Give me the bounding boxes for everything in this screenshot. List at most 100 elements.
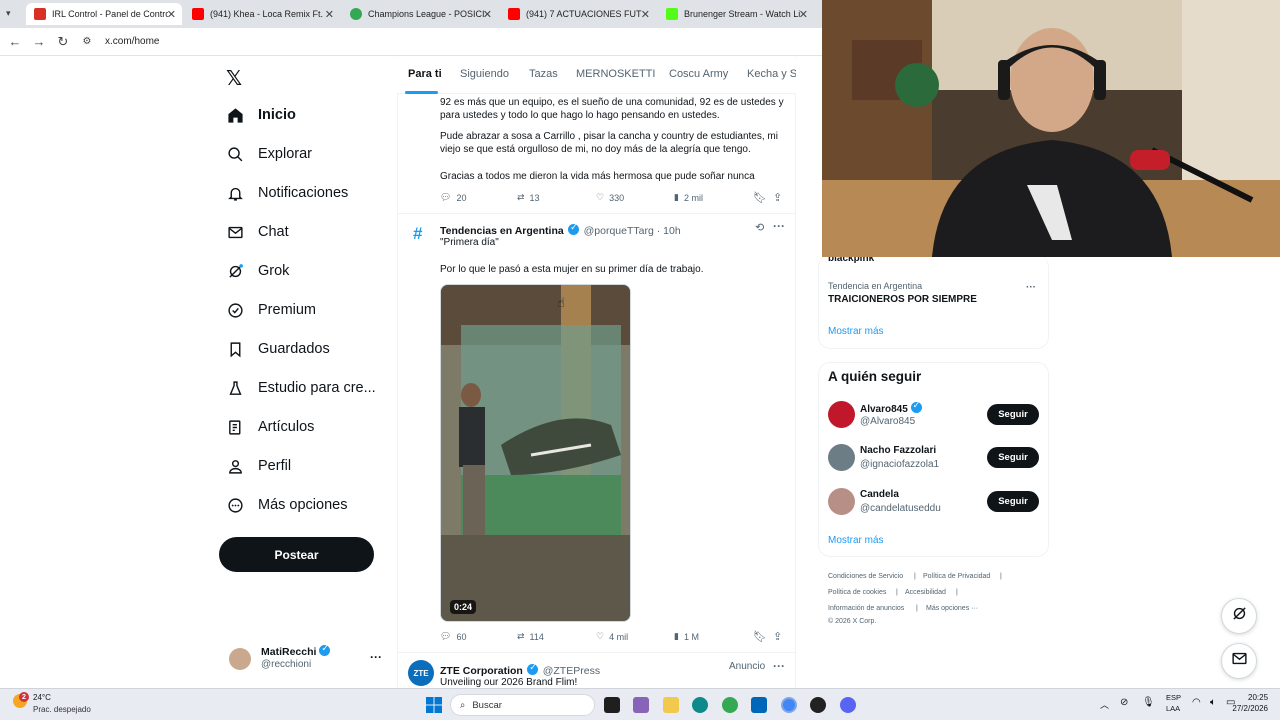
like-button[interactable]: ♡ 4 mil bbox=[596, 631, 628, 642]
views-button[interactable]: ▮ 1 M bbox=[674, 631, 699, 642]
trend-name[interactable]: TRAICIONEROS POR SIEMPRE bbox=[828, 294, 977, 305]
repost-button[interactable]: ⇄ 114 bbox=[517, 631, 544, 642]
close-tab-icon[interactable]: ✕ bbox=[325, 8, 334, 21]
nav-item-estudio[interactable]: Estudio para cre... bbox=[226, 379, 376, 397]
footer-link[interactable]: Política de Privacidad bbox=[923, 573, 990, 580]
avatar[interactable] bbox=[828, 401, 855, 428]
footer-link[interactable]: Más opciones ··· bbox=[926, 605, 978, 612]
verified-icon bbox=[527, 662, 539, 675]
nav-item-perfil[interactable]: Perfil bbox=[226, 457, 291, 475]
footer-separator: | bbox=[896, 589, 898, 596]
video-player[interactable]: 0:24 bbox=[440, 284, 631, 622]
account-more-icon[interactable]: ··· bbox=[370, 650, 382, 664]
tab-siguiendo[interactable]: Siguiendo bbox=[460, 68, 509, 80]
show-more-link[interactable]: Mostrar más bbox=[828, 326, 884, 337]
tray-chevron-icon[interactable]: ︿ bbox=[1100, 698, 1109, 711]
article-icon bbox=[226, 418, 244, 436]
follow-handle: @Alvaro845 bbox=[860, 416, 916, 427]
taskbar-search[interactable]: ⌕ Buscar bbox=[450, 694, 595, 716]
tab-list-chevron-icon[interactable]: ▾ bbox=[6, 8, 11, 19]
bookmark-icon[interactable]: 🔖︎ bbox=[753, 630, 767, 643]
nav-item-inicio[interactable]: Inicio bbox=[226, 106, 296, 124]
x-logo-icon[interactable]: 𝕏 bbox=[226, 66, 242, 91]
tab-coscu-army[interactable]: Coscu Army bbox=[669, 68, 728, 80]
like-button[interactable]: ♡ 330 bbox=[596, 192, 624, 203]
avatar[interactable] bbox=[828, 488, 855, 515]
forward-icon[interactable]: → bbox=[27, 34, 51, 49]
tab-brunenger[interactable]: Brunenger Stream - Watch Live ✕ bbox=[658, 3, 814, 25]
site-info-icon[interactable]: ⚙ bbox=[75, 36, 99, 47]
file-explorer-icon[interactable] bbox=[663, 697, 679, 713]
trend-more-icon[interactable]: ··· bbox=[1026, 282, 1036, 293]
url-field[interactable]: x.com/home bbox=[105, 36, 159, 47]
bookmark-icon[interactable]: 🔖︎ bbox=[753, 191, 767, 204]
tab-champions[interactable]: Champions League - POSICION ✕ bbox=[342, 3, 498, 25]
follow-button[interactable]: Seguir bbox=[987, 404, 1039, 425]
post-button[interactable]: Postear bbox=[219, 537, 374, 572]
close-tab-icon[interactable]: ✕ bbox=[167, 8, 176, 21]
close-tab-icon[interactable]: ✕ bbox=[483, 8, 492, 21]
reply-button[interactable]: 💬︎ 20 bbox=[440, 192, 466, 203]
tab-mernosketti[interactable]: MERNOSKETTI bbox=[576, 68, 655, 80]
nav-item-articulos[interactable]: Artículos bbox=[226, 418, 314, 436]
tab-irl-control[interactable]: IRL Control - Panel de Control ✕ bbox=[26, 3, 182, 25]
active-tab-indicator bbox=[405, 91, 438, 94]
tab-khea[interactable]: (941) Khea - Loca Remix Ft. Bad ✕ bbox=[184, 3, 340, 25]
nav-item-mas-opciones[interactable]: Más opciones bbox=[226, 496, 347, 514]
chrome-active-icon[interactable] bbox=[781, 697, 797, 713]
store-icon[interactable] bbox=[751, 697, 767, 713]
close-tab-icon[interactable]: ✕ bbox=[641, 8, 650, 21]
tab-para-ti[interactable]: Para ti bbox=[408, 68, 442, 80]
nav-item-notificaciones[interactable]: Notificaciones bbox=[226, 184, 348, 202]
footer-link[interactable]: Condiciones de Servicio bbox=[828, 573, 903, 580]
nav-item-grok[interactable]: Grok bbox=[226, 262, 289, 280]
follow-name: Nacho Fazzolari bbox=[860, 445, 937, 456]
copilot-icon[interactable] bbox=[633, 697, 649, 713]
nav-item-guardados[interactable]: Guardados bbox=[226, 340, 330, 358]
close-tab-icon[interactable]: ✕ bbox=[799, 8, 808, 21]
microphone-icon[interactable]: 🎙︎ bbox=[1142, 697, 1155, 708]
clock-date: 27/2/2026 bbox=[1232, 704, 1268, 713]
avatar[interactable] bbox=[229, 648, 251, 670]
more-icon[interactable]: ··· bbox=[773, 659, 785, 673]
nav-item-explorar[interactable]: Explorar bbox=[226, 145, 312, 163]
windows-start-icon[interactable] bbox=[426, 697, 442, 713]
discord-icon[interactable] bbox=[840, 697, 856, 713]
tab-tazas[interactable]: Tazas bbox=[529, 68, 558, 80]
tab-kecha[interactable]: Kecha y So bbox=[747, 68, 796, 80]
messages-float-button[interactable] bbox=[1221, 643, 1257, 679]
back-icon[interactable]: ← bbox=[3, 34, 27, 49]
network-off-icon[interactable]: ⊘ bbox=[1120, 697, 1128, 708]
follow-button[interactable]: Seguir bbox=[987, 491, 1039, 512]
person-icon bbox=[226, 457, 244, 475]
follow-name: Alvaro845 bbox=[860, 400, 922, 415]
language-code[interactable]: ESP bbox=[1166, 693, 1181, 702]
share-icon[interactable]: ⇪ bbox=[773, 630, 782, 643]
more-icon[interactable]: ··· bbox=[773, 219, 785, 233]
reply-button[interactable]: 💬︎ 60 bbox=[440, 631, 466, 642]
reload-icon[interactable]: ↻ bbox=[51, 34, 75, 50]
views-button[interactable]: ▮ 2 mil bbox=[674, 192, 703, 203]
chrome-icon[interactable] bbox=[722, 697, 738, 713]
footer-link[interactable]: Información de anuncios bbox=[828, 605, 904, 612]
footer-link[interactable]: Política de cookies bbox=[828, 589, 886, 596]
grok-float-button[interactable] bbox=[1221, 598, 1257, 634]
grok-icon[interactable]: ⟲ bbox=[755, 221, 764, 234]
follow-button[interactable]: Seguir bbox=[987, 447, 1039, 468]
footer-link[interactable]: Accesibilidad bbox=[905, 589, 946, 596]
avatar[interactable] bbox=[828, 444, 855, 471]
show-more-link[interactable]: Mostrar más bbox=[828, 535, 884, 546]
tab-actuaciones[interactable]: (941) 7 ACTUACIONES FUTBOL ✕ bbox=[500, 3, 656, 25]
task-view-icon[interactable] bbox=[604, 697, 620, 713]
avatar[interactable]: ZTE bbox=[408, 660, 434, 686]
clock-time[interactable]: 20:25 bbox=[1248, 693, 1268, 702]
nav-item-premium[interactable]: Premium bbox=[226, 301, 316, 319]
wifi-icon[interactable]: ◠ bbox=[1192, 697, 1201, 708]
repost-button[interactable]: ⇄ 13 bbox=[517, 192, 540, 203]
volume-icon[interactable]: 🔈︎ bbox=[1210, 697, 1216, 708]
share-icon[interactable]: ⇪ bbox=[773, 191, 782, 204]
obs-icon[interactable] bbox=[810, 697, 826, 713]
tweet-text: Gracias a todos me dieron la vida más he… bbox=[440, 171, 755, 182]
edge-icon[interactable] bbox=[692, 697, 708, 713]
nav-item-chat[interactable]: Chat bbox=[226, 223, 289, 241]
